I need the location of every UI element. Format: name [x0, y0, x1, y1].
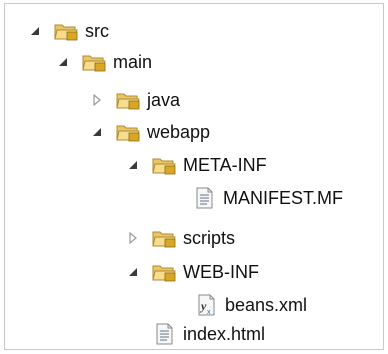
folder-icon [151, 154, 177, 176]
tree-item-label: scripts [183, 228, 236, 248]
tree-item-webapp[interactable]: webapp [91, 116, 210, 148]
tree-item-java[interactable]: java [91, 84, 180, 116]
folder-icon [115, 89, 141, 111]
tree-item-label: index.html [183, 324, 266, 344]
tree-item-label: java [147, 90, 181, 110]
expanded-arrow-icon[interactable] [127, 266, 139, 278]
tree-item-label: src [85, 21, 109, 41]
svg-text:x: x [207, 309, 211, 316]
collapsed-arrow-icon[interactable] [127, 232, 139, 244]
expanded-arrow-icon[interactable] [91, 126, 103, 138]
expanded-arrow-icon[interactable] [57, 56, 69, 68]
tree-item-label: webapp [147, 122, 211, 142]
html-file-icon [151, 323, 177, 345]
folder-icon [53, 20, 79, 42]
tree-item-label: beans.xml [225, 295, 308, 315]
folder-icon [151, 227, 177, 249]
text-file-icon [191, 187, 217, 209]
tree-item-web-inf[interactable]: WEB-INF [127, 256, 259, 288]
tree-item-label: MANIFEST.MF [223, 188, 343, 208]
xml-file-icon: y x [193, 294, 219, 316]
tree-item-main[interactable]: main [57, 46, 152, 78]
tree-item-label: main [113, 52, 153, 72]
project-explorer-panel: src main java webapp META-INF MANIFEST.M… [4, 3, 384, 350]
tree-item-manifest-mf[interactable]: MANIFEST.MF [167, 182, 343, 214]
folder-icon [151, 261, 177, 283]
expanded-arrow-icon[interactable] [127, 159, 139, 171]
tree-item-index-html[interactable]: index.html [127, 318, 265, 350]
folder-icon [115, 121, 141, 143]
file-tree: src main java webapp META-INF MANIFEST.M… [5, 4, 383, 349]
tree-item-beans-xml[interactable]: y x beans.xml [169, 289, 307, 321]
tree-item-meta-inf[interactable]: META-INF [127, 149, 267, 181]
expanded-arrow-icon[interactable] [29, 25, 41, 37]
folder-icon [81, 51, 107, 73]
svg-text:y: y [199, 299, 207, 313]
collapsed-arrow-icon[interactable] [91, 94, 103, 106]
tree-item-label: WEB-INF [183, 262, 259, 282]
tree-item-scripts[interactable]: scripts [127, 222, 235, 254]
tree-item-label: META-INF [183, 155, 267, 175]
tree-item-src[interactable]: src [29, 15, 109, 47]
